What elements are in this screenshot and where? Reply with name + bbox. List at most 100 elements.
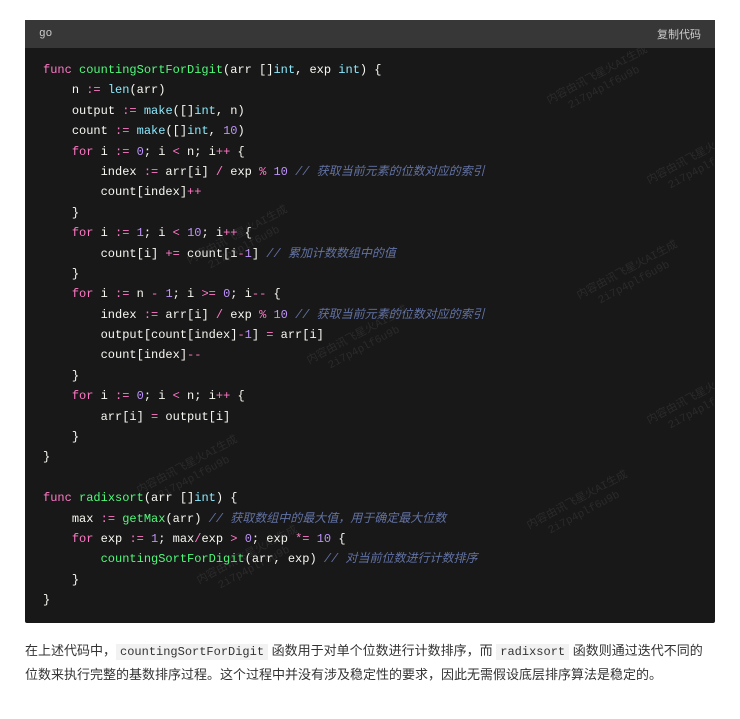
code-token-id: count[index] xyxy=(101,348,187,362)
code-token-pun: (arr, exp) xyxy=(245,552,324,566)
code-token-cm: // 获取数组中的最大值，用于确定最大位数 xyxy=(209,512,447,526)
code-token-pun: count[i xyxy=(180,247,238,261)
code-token-ty: int xyxy=(194,491,216,505)
code-token-op: := xyxy=(115,145,129,159)
code-token-sp xyxy=(129,226,136,240)
code-token-pun: } xyxy=(72,573,79,587)
code-token-num: 10 xyxy=(223,124,237,138)
code-token-pun: ; exp xyxy=(252,532,295,546)
code-token-id: i xyxy=(101,145,115,159)
code-token-pun: ) xyxy=(237,124,244,138)
code-token-pun: ) { xyxy=(360,63,382,77)
code-token-num: 1 xyxy=(137,226,144,240)
code-token-bi: make xyxy=(144,104,173,118)
code-token-pun: exp xyxy=(201,532,230,546)
code-token-pun: ] xyxy=(252,328,266,342)
code-token-sp xyxy=(144,532,151,546)
code-token-id: index xyxy=(101,308,144,322)
code-token-cm: // 累加计数数组中的值 xyxy=(266,247,396,261)
code-token-op: ++ xyxy=(216,145,230,159)
code-token-id: i xyxy=(101,287,115,301)
code-token-pun: (arr) xyxy=(129,83,165,97)
code-token-fn: countingSortForDigit xyxy=(79,63,223,77)
code-token-num: 0 xyxy=(137,145,144,159)
code-token-bi: make xyxy=(137,124,166,138)
code-token-kw: for xyxy=(72,532,94,546)
code-token-sp xyxy=(43,369,72,383)
copy-code-button[interactable]: 复制代码 xyxy=(657,26,701,42)
code-token-sp xyxy=(180,226,187,240)
code-token-kw: for xyxy=(72,226,94,240)
code-token-id: count[i] xyxy=(101,247,166,261)
code-token-kw: func xyxy=(43,63,72,77)
code-header: go 复制代码 xyxy=(25,20,715,48)
code-token-op: >= xyxy=(201,287,215,301)
code-token-op: / xyxy=(216,165,223,179)
code-token-sp xyxy=(43,410,101,424)
code-token-op: := xyxy=(101,512,115,526)
code-token-sp xyxy=(237,532,244,546)
code-token-op: < xyxy=(173,145,180,159)
code-token-kw: for xyxy=(72,389,94,403)
code-token-pun: { xyxy=(230,389,244,403)
code-token-pun: ] xyxy=(252,247,266,261)
code-token-pun: n; i xyxy=(180,389,216,403)
code-token-sp xyxy=(43,165,101,179)
code-token-op: := xyxy=(144,165,158,179)
code-token-op: - xyxy=(237,328,244,342)
code-token-kw: func xyxy=(43,491,72,505)
code-token-pun: ; i xyxy=(173,287,202,301)
code-token-sp xyxy=(93,145,100,159)
code-token-sp xyxy=(129,145,136,159)
code-token-op: -- xyxy=(187,348,201,362)
code-token-pun: arr[i] xyxy=(158,165,216,179)
code-token-pun: ; i xyxy=(230,287,252,301)
code-token-sp xyxy=(137,104,144,118)
code-token-pun: (arr) xyxy=(165,512,208,526)
code-token-id: count[index] xyxy=(101,185,187,199)
code-token-ty: int xyxy=(194,104,216,118)
code-token-fn: radixsort xyxy=(79,491,144,505)
code-token-cm: // 对当前位数进行计数排序 xyxy=(324,552,478,566)
code-token-pun: { xyxy=(266,287,280,301)
code-token-op: := xyxy=(144,308,158,322)
code-token-ty: int xyxy=(338,63,360,77)
code-token-sp xyxy=(43,573,72,587)
code-token-sp xyxy=(216,287,223,301)
code-token-id: output[count[index] xyxy=(101,328,238,342)
code-token-num: 0 xyxy=(137,389,144,403)
code-token-id: max xyxy=(72,512,101,526)
code-token-op: ++ xyxy=(187,185,201,199)
code-token-num: 10 xyxy=(273,308,287,322)
code-token-sp xyxy=(288,308,295,322)
code-token-sp xyxy=(43,226,72,240)
code-token-op: := xyxy=(115,287,129,301)
code-token-pun: ) { xyxy=(216,491,238,505)
code-token-sp xyxy=(101,83,108,97)
code-token-sp xyxy=(43,348,101,362)
code-token-pun: ([] xyxy=(173,104,195,118)
code-token-sp xyxy=(93,532,100,546)
code-token-id: i xyxy=(101,389,115,403)
code-token-sp xyxy=(43,145,72,159)
code-token-op: ++ xyxy=(223,226,237,240)
code-token-pun: } xyxy=(72,206,79,220)
code-token-sp xyxy=(43,206,72,220)
code-token-pun: n xyxy=(129,287,151,301)
code-token-op: < xyxy=(173,389,180,403)
code-token-id: index xyxy=(101,165,144,179)
code-token-sp xyxy=(43,287,72,301)
watermark: 内容由讯飞星火AI生成2i7p4plf6u9b xyxy=(525,468,637,546)
code-token-sp xyxy=(43,267,72,281)
code-token-op: += xyxy=(165,247,179,261)
code-token-pun: (arr [] xyxy=(144,491,194,505)
code-token-cm: // 获取当前元素的位数对应的索引 xyxy=(295,165,485,179)
code-token-pun: { xyxy=(230,145,244,159)
code-token-num: 10 xyxy=(187,226,201,240)
code-token-sp xyxy=(43,308,101,322)
code-token-pun: ; i xyxy=(144,389,173,403)
code-token-sp xyxy=(43,328,101,342)
code-content[interactable]: func countingSortForDigit(arr []int, exp… xyxy=(25,48,715,623)
code-token-sp xyxy=(43,247,101,261)
code-token-pun: output[i] xyxy=(158,410,230,424)
